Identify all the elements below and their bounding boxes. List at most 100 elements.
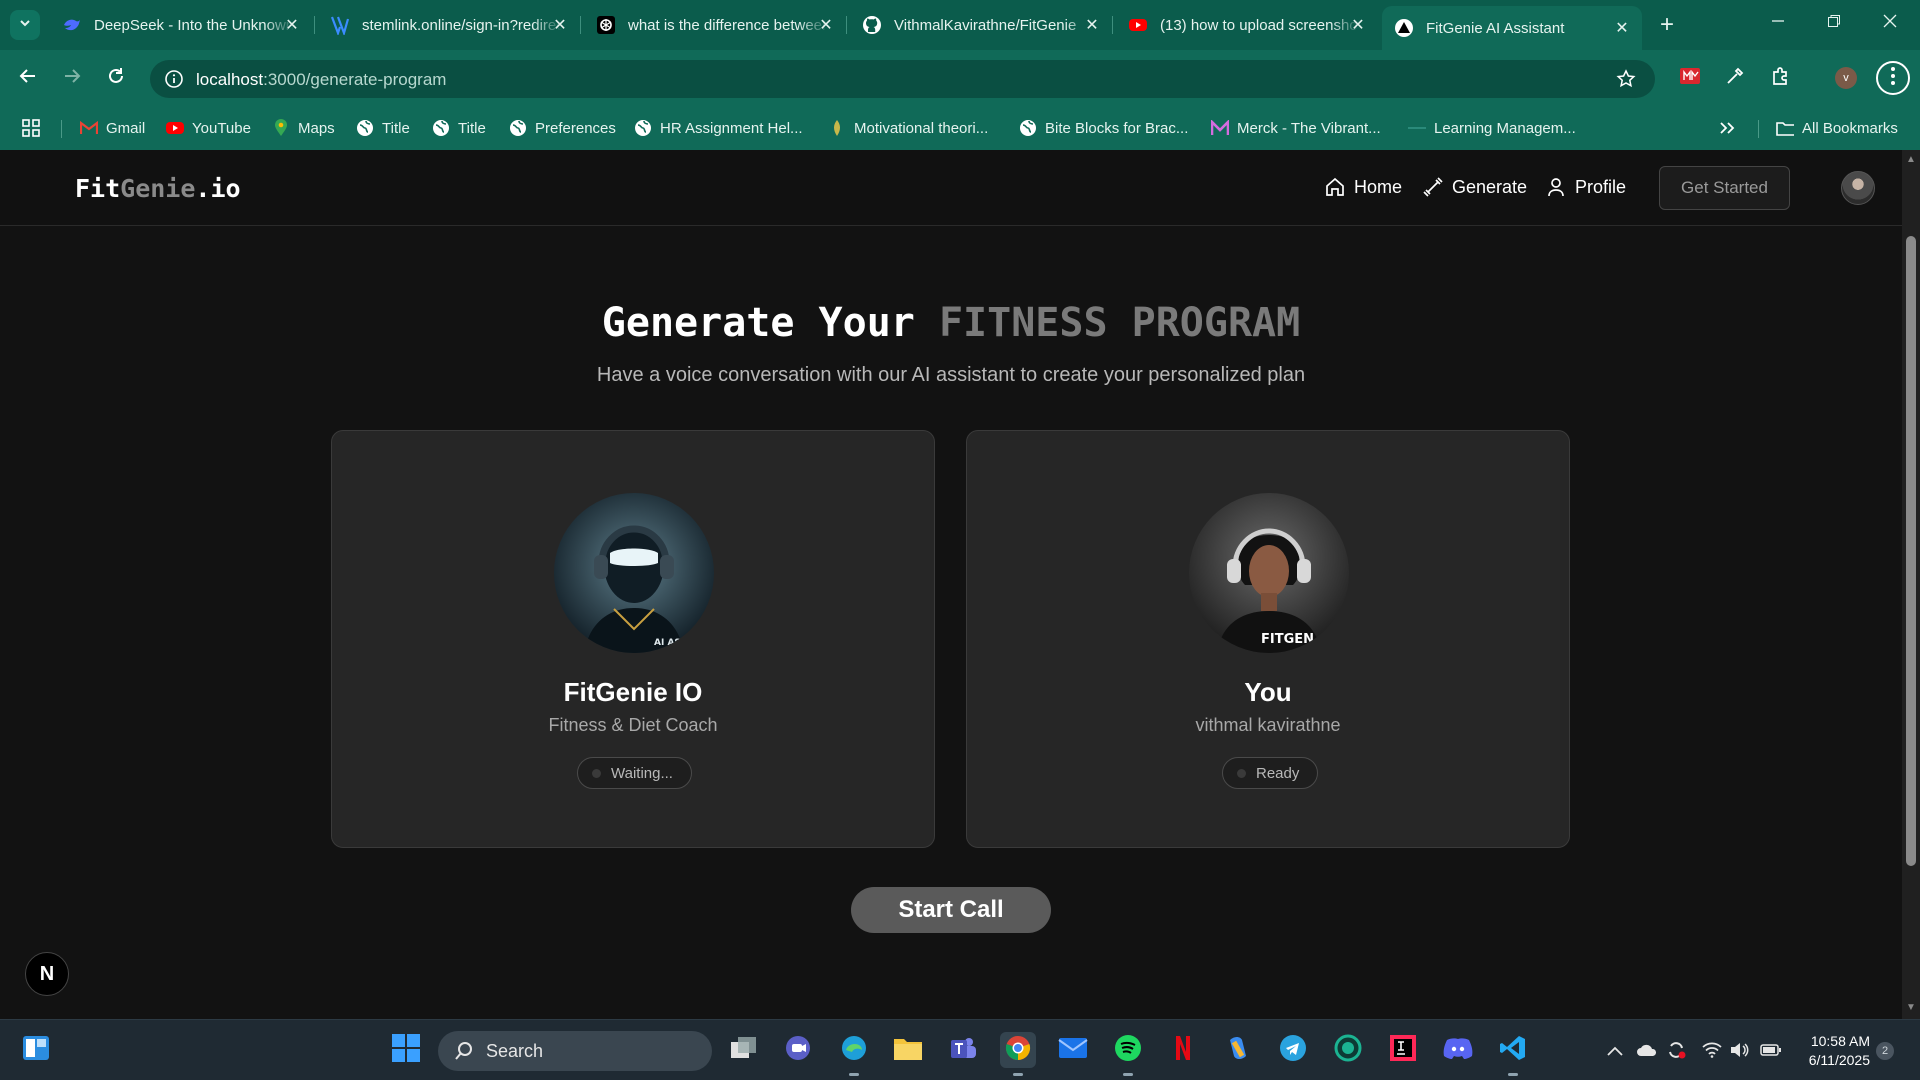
sync-tray[interactable] [1664, 1040, 1688, 1062]
scroll-up-icon[interactable]: ▲ [1905, 154, 1917, 166]
bookmark-youtube[interactable]: YouTube [166, 116, 251, 140]
bookmark-title-2[interactable]: Title [432, 116, 486, 140]
netflix-button[interactable] [1165, 1032, 1201, 1068]
scroll-down-icon[interactable]: ▼ [1905, 1002, 1917, 1014]
close-tab-icon[interactable]: ✕ [1082, 15, 1102, 35]
title-main: Generate Your [601, 300, 915, 346]
minimize-button[interactable] [1750, 0, 1806, 46]
bookmark-lms[interactable]: Learning Managem... [1408, 116, 1576, 140]
bookmark-label: Bite Blocks for Brac... [1045, 119, 1189, 137]
nav-generate[interactable]: Generate [1422, 176, 1527, 198]
tab-fitgenie[interactable]: FitGenie AI Assistant ✕ [1382, 6, 1642, 50]
teams-icon [949, 1034, 977, 1067]
telegram-button[interactable] [1275, 1032, 1311, 1068]
tab-stemlink[interactable]: stemlink.online/sign-in?redirect ✕ [318, 8, 580, 42]
battery-tray[interactable] [1759, 1040, 1783, 1062]
tab-separator [580, 16, 581, 34]
edge-icon [840, 1034, 868, 1067]
chat-icon [784, 1034, 812, 1067]
onedrive-tray[interactable] [1635, 1040, 1659, 1062]
bookmark-maps[interactable]: Maps [272, 116, 335, 140]
deepseek-icon [62, 15, 82, 35]
restore-button[interactable] [1806, 0, 1862, 46]
extension-mega-button[interactable] [1674, 62, 1706, 94]
start-button[interactable] [388, 1032, 424, 1068]
bookmark-preferences[interactable]: Preferences [509, 116, 616, 140]
all-bookmarks-button[interactable]: All Bookmarks [1776, 116, 1898, 140]
vscode-button[interactable] [1495, 1032, 1531, 1076]
discord-button[interactable] [1440, 1032, 1476, 1068]
nav-home[interactable]: Home [1324, 176, 1402, 198]
close-tab-icon[interactable]: ✕ [816, 15, 836, 35]
more-bookmarks-button[interactable] [1718, 116, 1744, 140]
apps-button[interactable] [22, 116, 48, 140]
tab-title: DeepSeek - Into the Unknown [94, 16, 294, 34]
close-tab-icon[interactable]: ✕ [550, 15, 570, 35]
bookmark-star-icon[interactable] [1613, 66, 1639, 92]
close-tab-icon[interactable]: ✕ [282, 15, 302, 35]
teams-chat-button[interactable] [780, 1032, 816, 1068]
tab-search-button[interactable] [10, 10, 40, 40]
tab-deepseek[interactable]: DeepSeek - Into the Unknown ✕ [50, 8, 312, 42]
copilot-button[interactable] [1220, 1032, 1256, 1068]
chrome-menu-button[interactable] [1876, 61, 1910, 95]
new-tab-button[interactable]: + [1652, 10, 1682, 40]
chrome-button[interactable] [1000, 1032, 1036, 1076]
clock-time: 10:58 AM [1810, 1033, 1870, 1049]
user-avatar[interactable] [1841, 171, 1875, 205]
show-hidden-icons-button[interactable] [1603, 1040, 1627, 1062]
taskbar-search[interactable]: Search [438, 1031, 712, 1071]
site-logo[interactable]: FitGenie.io [75, 174, 241, 203]
reload-button[interactable] [100, 62, 132, 94]
sync-icon [1666, 1040, 1686, 1063]
scrollbar-thumb[interactable] [1906, 236, 1916, 866]
app-circle-button[interactable] [1330, 1032, 1366, 1068]
taskbar-clock[interactable]: 10:58 AM 6/11/2025 [1795, 1032, 1870, 1070]
close-tab-icon[interactable]: ✕ [1612, 18, 1632, 38]
teams-button[interactable] [945, 1032, 981, 1068]
widgets-button[interactable] [18, 1032, 54, 1068]
forward-button[interactable] [56, 62, 88, 94]
notification-badge[interactable]: 2 [1876, 1042, 1894, 1060]
tab-title: stemlink.online/sign-in?redirect [362, 16, 562, 34]
page-viewport: FitGenie.io Home Generate Profile Get St… [0, 150, 1902, 1019]
url-text[interactable]: localhost:3000/generate-program [196, 70, 446, 90]
mail-button[interactable] [1055, 1032, 1091, 1068]
close-window-button[interactable] [1862, 0, 1918, 46]
volume-tray[interactable] [1728, 1040, 1752, 1062]
search-icon [454, 1041, 474, 1061]
tab-chatgpt[interactable]: what is the difference between ✕ [584, 8, 846, 42]
bookmark-motivational[interactable]: Motivational theori... [828, 116, 988, 140]
extensions-button[interactable] [1765, 62, 1797, 94]
site-info-icon[interactable] [160, 65, 188, 93]
nav-profile[interactable]: Profile [1545, 176, 1626, 198]
profile-button[interactable]: v [1830, 62, 1862, 94]
nextjs-dev-indicator[interactable]: N [25, 952, 69, 996]
eyedropper-button[interactable] [1719, 62, 1751, 94]
apps-grid-icon [22, 119, 40, 137]
puzzle-icon [1770, 65, 1792, 92]
edge-button[interactable] [836, 1032, 872, 1076]
address-bar[interactable]: localhost:3000/generate-program [150, 60, 1655, 98]
start-call-button[interactable]: Start Call [851, 887, 1051, 933]
windows-logo-icon [392, 1033, 420, 1067]
tab-github[interactable]: VithmalKavirathne/FitGenie ✕ [850, 8, 1112, 42]
task-view-button[interactable] [726, 1032, 762, 1068]
back-button[interactable] [12, 62, 44, 94]
wifi-tray[interactable] [1700, 1040, 1724, 1062]
get-started-button[interactable]: Get Started [1659, 166, 1790, 210]
cloud-icon [1636, 1043, 1658, 1060]
intellij-button[interactable] [1385, 1032, 1421, 1068]
tab-youtube[interactable]: (13) how to upload screenshots ✕ [1116, 8, 1378, 42]
globe-icon [1019, 119, 1037, 137]
close-tab-icon[interactable]: ✕ [1348, 15, 1368, 35]
bookmark-gmail[interactable]: Gmail [80, 116, 145, 140]
spotify-button[interactable] [1110, 1032, 1146, 1076]
bookmark-hr-assignment[interactable]: HR Assignment Hel... [634, 116, 803, 140]
bookmark-merck[interactable]: Merck - The Vibrant... [1211, 116, 1381, 140]
page-scrollbar[interactable]: ▲ ▼ [1902, 150, 1920, 1019]
bookmark-title-1[interactable]: Title [356, 116, 410, 140]
file-explorer-button[interactable] [890, 1032, 926, 1068]
bookmark-bite-blocks[interactable]: Bite Blocks for Brac... [1019, 116, 1188, 140]
bookmark-label: HR Assignment Hel... [660, 119, 803, 137]
